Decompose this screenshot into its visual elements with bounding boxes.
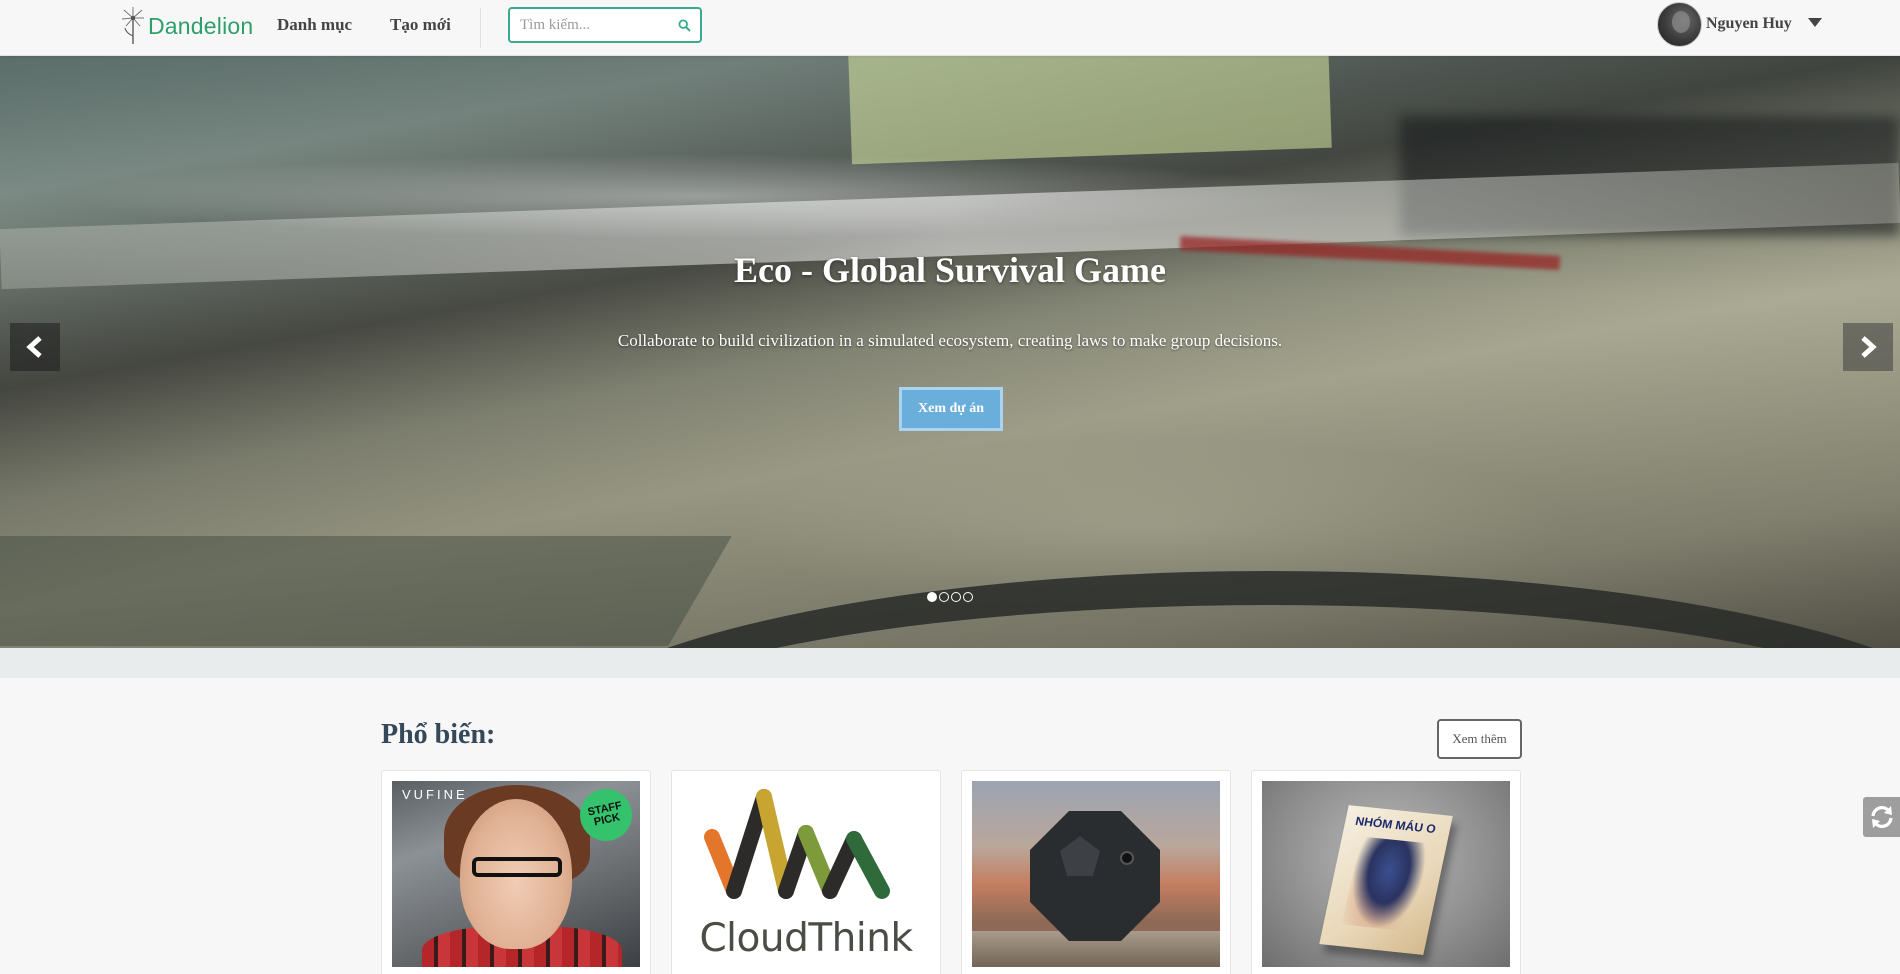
see-more-button[interactable]: Xem thêm [1437, 719, 1522, 759]
search-input[interactable] [510, 9, 670, 41]
chevron-left-icon [26, 336, 42, 358]
carousel-dot[interactable] [963, 592, 973, 602]
project-image[interactable] [972, 781, 1220, 967]
top-navbar: Dandelion Danh mục Tạo mới Nguyen Huy [0, 0, 1900, 56]
hero-background-shape [0, 536, 732, 646]
cloudthink-logo-text: CloudThink [699, 916, 913, 961]
carousel-indicators [927, 592, 973, 602]
user-name[interactable]: Nguyen Huy [1706, 15, 1792, 33]
popular-section-title: Phổ biến: [381, 719, 496, 750]
project-image[interactable]: VUFINE STAFF PICK [392, 781, 640, 967]
carousel-prev-button[interactable] [10, 323, 60, 371]
badge-text: STAFF PICK [586, 799, 623, 829]
nav-categories[interactable]: Danh mục [277, 15, 352, 35]
book-title: NHÓM MÁU O [1354, 813, 1438, 837]
chevron-down-icon[interactable] [1808, 18, 1822, 27]
carousel-next-button[interactable] [1843, 323, 1893, 371]
view-project-button[interactable]: Xem dự án [899, 387, 1003, 431]
image-shape [1030, 811, 1160, 941]
search-box [508, 7, 702, 43]
image-brand-text: VUFINE [402, 787, 468, 802]
user-menu[interactable]: Nguyen Huy [1657, 1, 1792, 47]
project-card[interactable]: NHÓM MÁU O [1251, 770, 1521, 974]
cloudthink-logo-icon [704, 789, 890, 899]
avatar[interactable] [1657, 1, 1702, 47]
section-separator [0, 648, 1900, 678]
hero-background-shape [520, 571, 1900, 648]
image-shape [1341, 836, 1431, 932]
hero-background-shape [848, 56, 1332, 165]
project-image[interactable]: NHÓM MÁU O [1262, 781, 1510, 967]
project-card[interactable] [961, 770, 1231, 974]
refresh-icon [1870, 806, 1893, 828]
hero-carousel: Eco - Global Survival Game Collaborate t… [0, 56, 1900, 648]
project-image[interactable]: CloudThink [682, 781, 930, 967]
image-shape [472, 857, 562, 877]
logo-text: Dandelion [148, 12, 254, 39]
hero-title: Eco - Global Survival Game [734, 250, 1166, 290]
nav-divider [480, 8, 481, 48]
nav-create[interactable]: Tạo mới [390, 15, 451, 35]
logo[interactable]: Dandelion [120, 4, 253, 48]
refresh-button[interactable] [1863, 797, 1900, 837]
image-shape [1120, 851, 1134, 865]
chevron-right-icon [1861, 336, 1877, 358]
project-card[interactable]: VUFINE STAFF PICK [381, 770, 651, 974]
project-card[interactable]: CloudThink [671, 770, 941, 974]
carousel-dot[interactable] [951, 592, 961, 602]
carousel-dot[interactable] [927, 592, 937, 602]
search-icon[interactable] [678, 19, 691, 32]
hero-description: Collaborate to build civilization in a s… [617, 331, 1283, 350]
dandelion-icon [121, 7, 144, 44]
carousel-dot[interactable] [939, 592, 949, 602]
book-cover: NHÓM MÁU O [1319, 805, 1453, 955]
